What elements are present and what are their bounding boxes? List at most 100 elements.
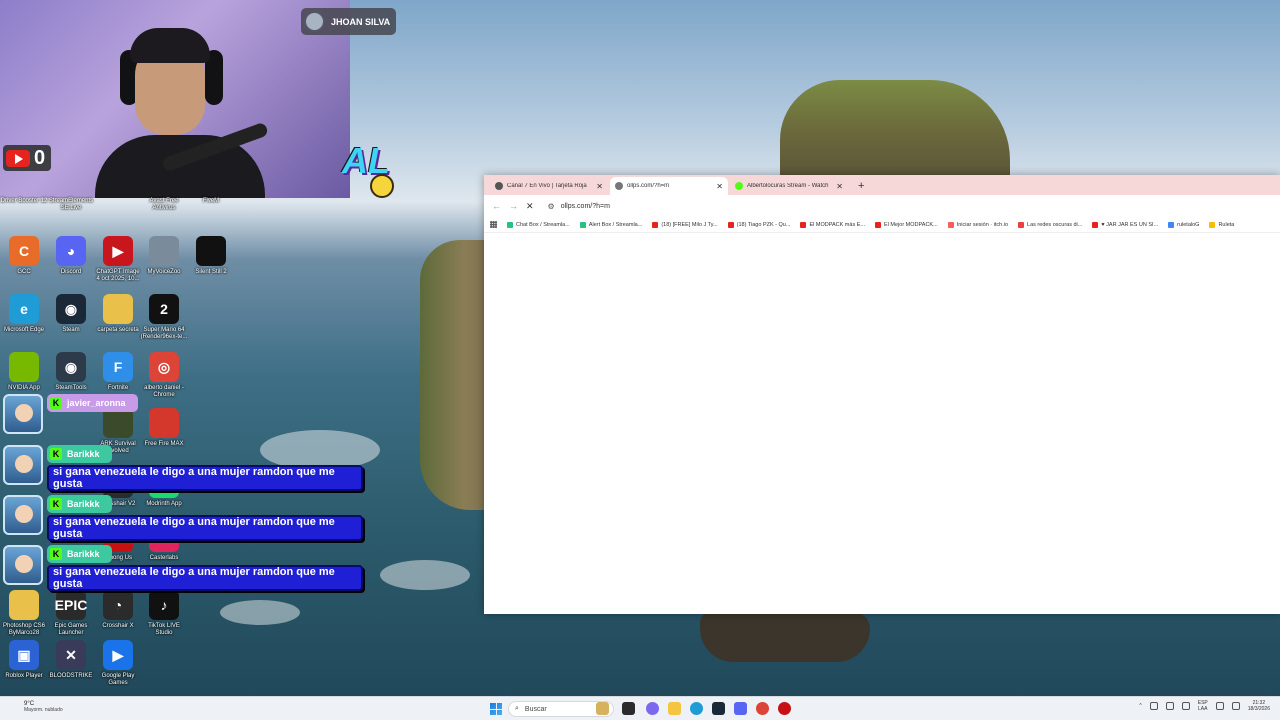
bookmark-item[interactable]: ruletaloG [1168, 221, 1199, 228]
browser-tab[interactable]: ollps.com/?h=m ✕ [610, 177, 728, 195]
chrome-icon[interactable] [756, 702, 769, 715]
bookmark-label: (18) Tiago PZK - Qu... [736, 221, 791, 228]
desktop-icon[interactable]: Avast Free Antivirus [140, 198, 188, 212]
bookmark-item[interactable]: (18) Tiago PZK - Qu... [727, 221, 791, 228]
steam-icon[interactable] [712, 702, 725, 715]
close-tab-icon[interactable]: ✕ [596, 182, 603, 191]
bookmark-favicon-icon [507, 221, 513, 228]
app-icon: ◎ [149, 352, 179, 382]
app-icon: C [9, 236, 39, 266]
file-explorer-icon[interactable] [668, 702, 681, 715]
close-tab-icon[interactable]: ✕ [716, 182, 723, 191]
bookmark-item[interactable]: El Mejor MODPACK... [874, 221, 938, 228]
desktop-icon[interactable]: EPIC Epic Games Launcher [47, 590, 95, 637]
app-icon: ▶ [103, 236, 133, 266]
viewer-count: 0 [34, 146, 46, 169]
address-bar[interactable]: ⚙ ollps.com/?h=m [548, 202, 610, 211]
bookmark-item[interactable]: Iniciar sesión · itch.io [947, 221, 1009, 228]
tray-app-icon[interactable] [1181, 702, 1190, 710]
weather-widget[interactable]: 9°C Mayorm. nublado [24, 701, 63, 713]
edge-icon[interactable] [690, 702, 703, 715]
pinned-app-icon[interactable] [596, 702, 609, 715]
bookmark-item[interactable]: Las redes oscuras di... [1018, 221, 1082, 228]
streamer-hair [130, 28, 210, 63]
desktop-icon[interactable]: F Fortnite [94, 352, 142, 392]
desktop-icon[interactable]: Driver Booster 12 [0, 198, 48, 205]
chat-username: K Barikkk [47, 445, 112, 463]
desktop-icon[interactable]: ♪ TikTok LIVE Studio [140, 590, 188, 637]
task-view-icon[interactable] [622, 702, 635, 715]
bookmark-item[interactable]: Ruleta [1209, 221, 1234, 228]
new-tab-button[interactable]: + [858, 180, 864, 192]
wifi-icon[interactable] [1215, 702, 1224, 710]
bookmark-label: Iniciar sesión · itch.io [956, 221, 1009, 228]
desktop-icon[interactable]: ✕ BLOODSTRIKE [47, 640, 95, 680]
desktop-icon-label: Crosshair X [102, 623, 134, 629]
copilot-icon[interactable] [646, 702, 659, 715]
chat-message: K Barikkk si gana venezuela le digo a una … [3, 445, 363, 493]
bookmark-favicon-icon [1209, 221, 1216, 228]
apps-grid-icon[interactable] [490, 221, 497, 228]
search-icon: ⌕ [515, 705, 519, 712]
desktop-icon[interactable]: e Microsoft Edge [0, 294, 48, 334]
language-indicator[interactable]: ESP LAA [1198, 700, 1208, 712]
desktop-icon[interactable]: MyVoiceZoo [140, 236, 188, 276]
streamer-name: JHOAN SILVA [331, 16, 391, 27]
desktop-icon[interactable]: ◕ Discord [47, 236, 95, 276]
bookmark-item[interactable]: Alert Box / Streamla... [579, 221, 642, 228]
desktop-icon[interactable]: ◔ Crosshair X [94, 590, 142, 630]
recording-app-icon[interactable] [778, 702, 791, 715]
app-icon: ◕ [56, 236, 86, 266]
forward-icon[interactable]: → [509, 201, 518, 211]
tab-strip: Canal 7 En Vivo | Tarjeta Roja ✕ ollps.com… [484, 175, 1280, 195]
desktop-icon[interactable]: ▶ Google Play Games [94, 640, 142, 687]
desktop-icon[interactable]: Photoshop CS6 ByMarco28 [0, 590, 48, 637]
desktop-icon-label: Photoshop CS6 ByMarco28 [2, 623, 46, 636]
address-text[interactable]: ollps.com/?h=m [561, 203, 610, 210]
tab-favicon-icon [615, 182, 623, 190]
chat-username-text: Barikkk [67, 499, 100, 509]
desktop-icon-label: Fortnite [107, 385, 129, 391]
desktop-icon-label: FiveM [202, 198, 220, 204]
desktop-icon-label: Google Play Games [101, 673, 135, 686]
browser-tab[interactable]: Canal 7 En Vivo | Tarjeta Roja ✕ [490, 177, 608, 195]
stop-loading-icon[interactable]: ✕ [526, 201, 534, 212]
desktop-icon[interactable]: FiveM [187, 198, 235, 205]
bookmark-item[interactable]: Chat Box / Streamla... [507, 221, 570, 228]
bookmark-item[interactable]: El MODPACK más E... [800, 221, 865, 228]
kick-icon: K [50, 397, 62, 409]
bookmark-item[interactable]: ♥ JAR JAR ES UN SI... [1092, 221, 1158, 228]
tray-app-icon[interactable] [1149, 702, 1158, 710]
desktop-icon-label: Steam [62, 327, 80, 333]
system-tray: ^ ESP LAA 21:32 18/3/2026 [1139, 700, 1270, 712]
desktop-icons: Driver Booster 12 StreamElements SE.Live A… [0, 198, 240, 688]
tabs: Canal 7 En Vivo | Tarjeta Roja ✕ ollps.com… [490, 177, 848, 195]
desktop-icon[interactable]: NVIDIA App [0, 352, 48, 392]
network-icon[interactable] [1165, 702, 1174, 710]
desktop-icon[interactable]: ◉ SteamTools [47, 352, 95, 392]
desktop-icon[interactable]: ◉ Steam [47, 294, 95, 334]
site-info-icon[interactable]: ⚙ [548, 202, 555, 211]
bookmark-item[interactable]: (18) [FREE] Milo J Ty... [652, 221, 718, 228]
chat-message: Kjavier_aronna [3, 394, 363, 442]
desktop-icon[interactable]: carpeta secreta [94, 294, 142, 334]
volume-icon[interactable] [1231, 702, 1240, 710]
discord-icon[interactable] [734, 702, 747, 715]
back-icon[interactable]: ← [492, 201, 501, 211]
browser-tab[interactable]: Albertolocuras Stream - Watch ✕ [730, 177, 848, 195]
chevron-up-icon[interactable]: ^ [1139, 703, 1141, 709]
tab-title: Canal 7 En Vivo | Tarjeta Roja [507, 183, 587, 189]
close-tab-icon[interactable]: ✕ [836, 182, 843, 191]
start-button[interactable] [490, 703, 502, 715]
desktop-icon[interactable]: Silent Still 2 [187, 236, 235, 276]
bookmark-favicon-icon [1018, 221, 1025, 228]
desktop-icon[interactable]: StreamElements SE.Live [47, 198, 95, 212]
desktop-icon[interactable]: C GCC [0, 236, 48, 276]
kick-icon: K [50, 548, 62, 560]
desktop-icon[interactable]: ◎ alberto daniel - Chrome [140, 352, 188, 399]
clock[interactable]: 21:32 18/3/2026 [1248, 700, 1270, 712]
bookmark-favicon-icon [727, 221, 734, 228]
desktop-icon[interactable]: 2 Super Mario 64 (Render96ex-te... [140, 294, 188, 341]
desktop-icon[interactable]: ▶ ChatGPT Image 4 oct 2025, 10... [94, 236, 142, 283]
desktop-icon[interactable]: ▣ Roblox Player [0, 640, 48, 680]
